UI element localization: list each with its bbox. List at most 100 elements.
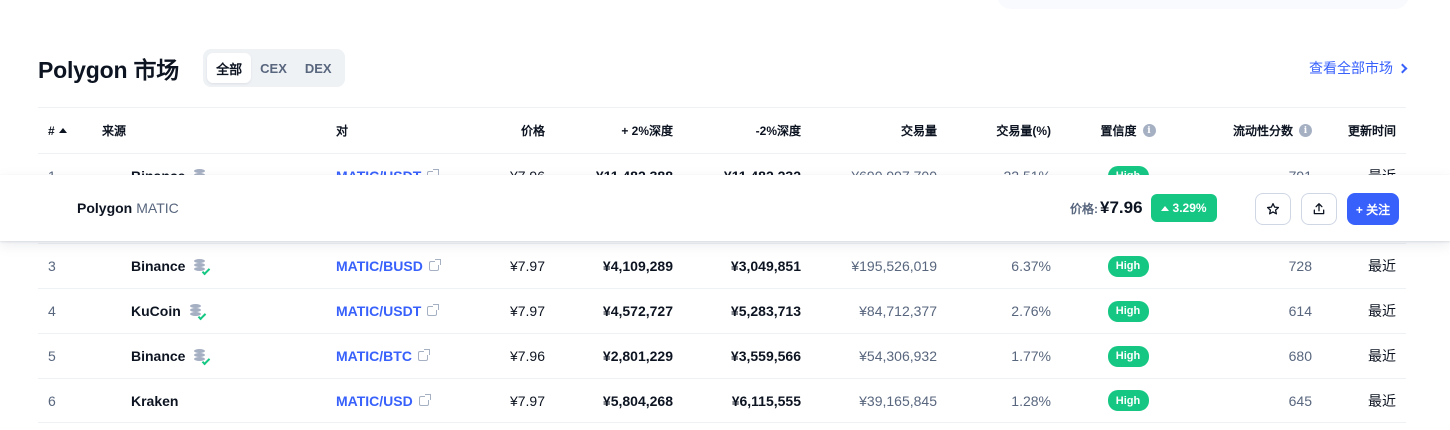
table-row[interactable]: 4 KuCoin MATIC/USDT ¥7.97 ¥4,572,727 ¥5,… [38, 288, 1406, 333]
pair-label: MATIC/BTC [336, 348, 412, 364]
coin-identity: Polygon MATIC [77, 175, 179, 241]
row-depth-plus: ¥4,109,289 [602, 258, 673, 274]
row-rank: 3 [48, 258, 56, 274]
share-icon [1313, 203, 1325, 215]
exchange-name: KuCoin [131, 303, 181, 319]
row-volume-pct: 6.37% [1011, 258, 1051, 274]
row-depth-plus: ¥2,801,229 [602, 348, 673, 364]
sort-ascending-icon [58, 128, 67, 133]
price-change-value: 3.29% [1172, 201, 1207, 215]
row-updated: 最近 [1368, 303, 1396, 319]
row-price: ¥7.97 [509, 303, 545, 319]
row-depth-minus: ¥5,283,713 [730, 303, 801, 319]
filter-cex[interactable]: CEX [251, 53, 296, 83]
view-all-label: 查看全部市场 [1309, 60, 1393, 76]
info-icon[interactable]: i [1299, 124, 1312, 137]
col-rank-header[interactable]: # [48, 108, 88, 153]
pair-label: MATIC/USD [336, 392, 413, 409]
exchange-name: Kraken [131, 392, 179, 409]
col-updated-header[interactable]: 更新时间 [1328, 108, 1396, 153]
row-confidence: High [1078, 289, 1178, 333]
row-updated: 最近 [1368, 258, 1396, 274]
page-title: Polygon 市场 [38, 57, 180, 83]
col-volume-pct-header[interactable]: 交易量(%) [958, 108, 1051, 153]
col-price-header[interactable]: 价格 [458, 108, 545, 153]
markets-header: Polygon 市场 全部 CEX DEX 查看全部市场 [38, 48, 1408, 88]
row-liquidity: 728 [1288, 258, 1312, 274]
col-volume-header[interactable]: 交易量 [818, 108, 937, 153]
price-label: 价格: [1070, 201, 1098, 216]
coin-name: Polygon [77, 200, 133, 216]
row-source[interactable]: Binance [131, 334, 331, 378]
coin-price: 价格: ¥7.96 3.29% [1070, 175, 1217, 241]
market-type-filter: 全部 CEX DEX [203, 49, 345, 87]
table-row[interactable]: 6 Kraken MATIC/USD ¥7.97 ¥5,804,268 ¥6,1… [38, 378, 1406, 423]
follow-button[interactable]: + 关注 [1347, 193, 1399, 225]
row-volume-pct: 1.28% [1011, 392, 1051, 409]
row-rank: 5 [48, 348, 56, 364]
row-confidence: High [1078, 379, 1178, 422]
col-liquidity-label: 流动性分数 [1232, 124, 1293, 138]
verified-exchange-icon [193, 348, 211, 366]
table-row[interactable]: 5 Binance MATIC/BTC ¥7.96 ¥2,801,229 ¥3,… [38, 333, 1406, 378]
table-row[interactable]: 3 Binance MATIC/BUSD ¥7.97 ¥4,109,289 ¥3… [38, 243, 1406, 288]
row-confidence: High [1078, 334, 1178, 378]
col-depth-plus-header[interactable]: + 2%深度 [558, 108, 673, 153]
verified-exchange-icon [189, 303, 207, 321]
row-rank: 6 [48, 392, 56, 409]
row-source[interactable]: Binance [131, 244, 331, 288]
external-link-icon [428, 259, 441, 271]
exchange-name: Binance [131, 258, 186, 274]
info-icon[interactable]: i [1142, 124, 1156, 137]
pair-label: MATIC/USDT [336, 303, 422, 319]
external-link-icon [427, 304, 440, 316]
price-change-badge: 3.29% [1150, 194, 1217, 222]
row-depth-minus: ¥3,049,851 [730, 258, 801, 274]
col-liquidity-header[interactable]: 流动性分数 i [1198, 108, 1312, 153]
row-liquidity: 645 [1288, 392, 1312, 409]
share-button[interactable] [1301, 193, 1337, 225]
row-price: ¥7.97 [509, 392, 545, 409]
row-rank: 4 [48, 303, 56, 319]
row-price: ¥7.97 [509, 258, 545, 274]
row-source[interactable]: KuCoin [131, 289, 331, 333]
table-header-row: # 来源 对 价格 + 2%深度 -2%深度 交易量 交易量(%) 置信度 i … [38, 107, 1406, 153]
star-icon [1266, 202, 1280, 215]
price-value: ¥7.96 [1100, 198, 1143, 217]
row-updated: 最近 [1368, 392, 1396, 409]
verified-exchange-icon [193, 258, 211, 276]
confidence-badge: High [1107, 255, 1149, 277]
col-depth-minus-header[interactable]: -2%深度 [688, 108, 801, 153]
row-volume: ¥39,165,845 [859, 392, 937, 409]
exchange-name: Binance [131, 348, 186, 364]
row-volume: ¥84,712,377 [859, 303, 937, 319]
row-liquidity: 680 [1288, 348, 1312, 364]
coin-symbol: MATIC [136, 200, 179, 216]
caret-up-icon [1160, 205, 1169, 211]
filter-dex[interactable]: DEX [296, 53, 341, 83]
pair-label: MATIC/BUSD [336, 258, 423, 274]
row-depth-minus: ¥6,115,555 [731, 392, 801, 409]
external-link-icon [418, 393, 431, 406]
row-volume: ¥195,526,019 [851, 258, 937, 274]
top-search-pill[interactable] [997, 0, 1409, 9]
confidence-badge: High [1107, 345, 1149, 367]
row-depth-plus: ¥5,804,268 [602, 392, 673, 409]
row-source[interactable]: Kraken [131, 379, 331, 422]
external-link-icon [417, 349, 430, 361]
view-all-markets-link[interactable]: 查看全部市场 [1309, 58, 1408, 78]
chevron-right-icon [1397, 63, 1408, 73]
row-depth-minus: ¥3,559,566 [730, 348, 801, 364]
row-confidence: High [1078, 244, 1178, 288]
confidence-badge: High [1107, 390, 1149, 411]
row-volume-pct: 1.77% [1011, 348, 1051, 364]
confidence-badge: High [1107, 300, 1149, 322]
row-volume-pct: 2.76% [1011, 303, 1051, 319]
row-depth-plus: ¥4,572,727 [602, 303, 673, 319]
filter-all[interactable]: 全部 [207, 53, 252, 83]
col-confidence-header[interactable]: 置信度 i [1078, 108, 1178, 153]
watchlist-star-button[interactable] [1255, 193, 1291, 225]
col-source-header[interactable]: 来源 [102, 108, 302, 153]
row-liquidity: 614 [1288, 303, 1312, 319]
sticky-coin-bar: Polygon MATIC 价格: ¥7.96 3.29% [0, 175, 1450, 241]
